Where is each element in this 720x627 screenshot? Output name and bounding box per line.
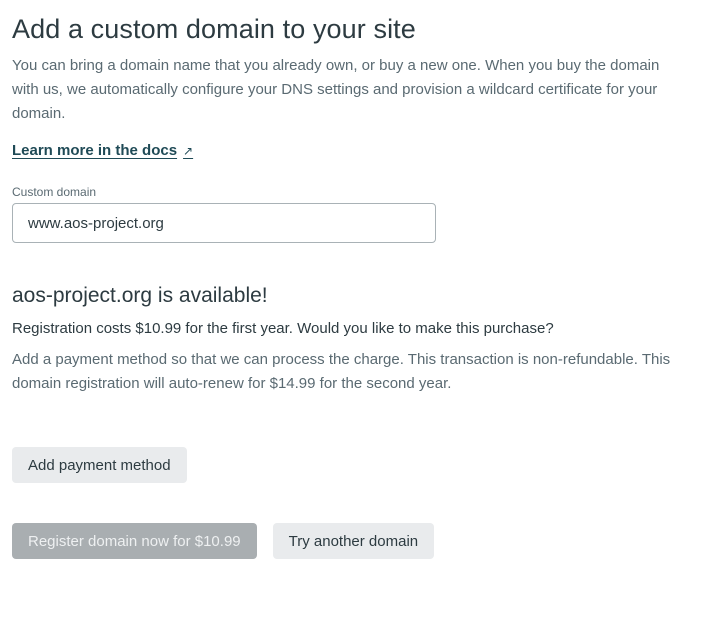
learn-more-docs-link[interactable]: Learn more in the docs ↗ <box>12 142 193 159</box>
register-domain-button[interactable]: Register domain now for $10.99 <box>12 523 257 559</box>
registration-cost-question: Registration costs $10.99 for the first … <box>12 320 554 337</box>
domain-actions: Register domain now for $10.99 Try anoth… <box>12 523 435 559</box>
docs-link-label: Learn more in the docs <box>12 142 178 159</box>
payment-row: Add payment method <box>12 447 187 483</box>
payment-note: Add a payment method so that we can proc… <box>12 351 671 392</box>
intro-text: You can bring a domain name that you alr… <box>12 57 660 122</box>
add-payment-method-button[interactable]: Add payment method <box>12 447 187 483</box>
add-custom-domain-page: Add a custom domain to your site You can… <box>0 0 720 627</box>
try-another-domain-button[interactable]: Try another domain <box>272 523 435 559</box>
availability-heading: aos-project.org is available! <box>12 284 268 307</box>
page-title: Add a custom domain to your site <box>12 14 416 44</box>
external-link-icon: ↗ <box>183 143 194 158</box>
custom-domain-label: Custom domain <box>12 185 97 199</box>
custom-domain-input[interactable] <box>12 203 436 243</box>
